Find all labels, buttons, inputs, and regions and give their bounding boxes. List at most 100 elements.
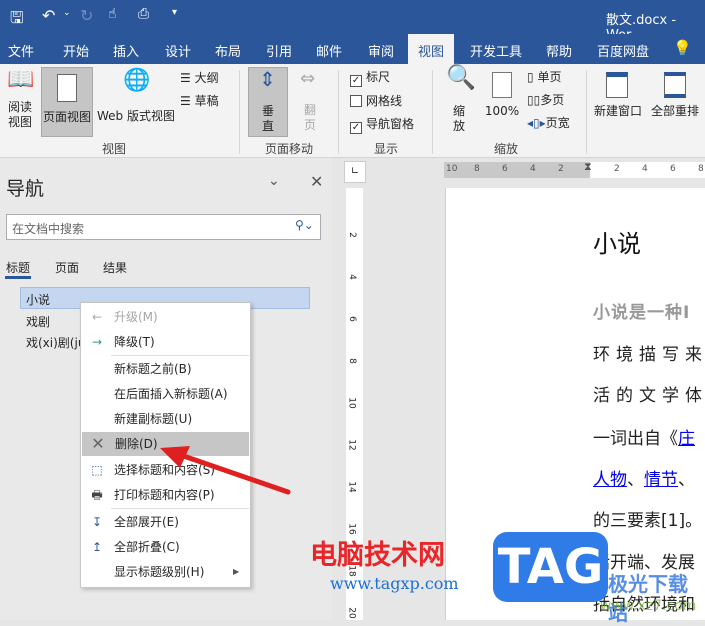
divider — [586, 70, 587, 154]
magnifier-icon: 🔍 — [446, 63, 476, 91]
side-scroll-icon: ⇔ — [300, 68, 316, 89]
watermark-url: www.tagxp.com — [330, 574, 459, 593]
ribbon-tabs: 文件 开始 插入 设计 布局 引用 邮件 审阅 视图 开发工具 帮助 百度网盘 … — [0, 34, 705, 64]
side-to-side-button: ⇔ 翻 页 — [300, 68, 316, 133]
tab-insert[interactable]: 插入 — [113, 41, 139, 60]
red-arrow-annotation — [160, 446, 291, 495]
tab-results[interactable]: 结果 — [103, 259, 127, 276]
one-page-button[interactable]: ▯ 单页 — [527, 70, 561, 85]
undo-dropdown-icon[interactable]: ⌄ — [63, 8, 71, 18]
link-plot[interactable]: 情节 — [644, 470, 678, 490]
ruler-margin — [444, 162, 590, 178]
ribbon: 📖 阅读 视图 页面视图 🌐 Web 版式视图 ☰ 大纲 ☰ 草稿 视图 ⇕ 垂 直 … — [0, 64, 705, 158]
menu-divider — [111, 508, 249, 509]
multiple-pages-button[interactable]: ▯▯多页 — [527, 93, 564, 108]
search-placeholder: 在文档中搜索 — [12, 222, 85, 236]
watermark-site2: 极光下载站 — [608, 572, 688, 625]
group-label-zoom: 缩放 — [494, 142, 519, 156]
group-label-view: 视图 — [102, 142, 127, 156]
active-tab-indicator — [5, 276, 31, 279]
new-window-icon — [606, 72, 628, 98]
watermark-site: 电脑技术网 — [310, 540, 445, 571]
globe-icon: 🌐 — [123, 68, 151, 93]
print-layout-button[interactable]: 页面视图 — [41, 67, 93, 137]
page-width-button[interactable]: ◂▯▸页宽 — [527, 116, 570, 131]
paragraph-line: 一词出自《庄 — [593, 429, 695, 449]
tab-layout[interactable]: 布局 — [215, 41, 241, 60]
indent-marker-icon[interactable]: ⧗ — [584, 160, 592, 174]
link-zhuang[interactable]: 庄 — [678, 429, 695, 449]
link-characters[interactable]: 人物 — [593, 470, 627, 490]
menu-item-demote[interactable]: → 降级(T) — [81, 330, 250, 354]
undo-icon[interactable]: ↶ — [42, 6, 55, 25]
menu-item-new-subheading[interactable]: 新建副标题(U) — [81, 407, 250, 431]
print-preview-icon[interactable]: ⎙ — [138, 6, 149, 22]
search-input[interactable]: 在文档中搜索 ⚲⌄ — [6, 214, 321, 240]
multiple-pages-icon: ▯▯ — [527, 93, 541, 107]
menu-item-new-heading-after[interactable]: 在后面插入新标题(A) — [81, 382, 250, 406]
menu-item-collapse-all[interactable]: ↥ 全部折叠(C) — [81, 535, 250, 559]
menu-item-new-heading-before[interactable]: 新标题之前(B) — [81, 357, 250, 381]
vertical-button[interactable]: ⇕ 垂 直 — [248, 67, 288, 137]
tab-review[interactable]: 审阅 — [368, 41, 394, 60]
page-width-icon: ◂▯▸ — [527, 116, 546, 130]
arrow-left-icon: ← — [91, 310, 103, 324]
tab-selector-icon[interactable]: ∟ — [344, 161, 366, 183]
title-bar: 🖫 ↶ ⌄ ↻ ☝ ⎙ ▾ 散文.docx - Wor — [0, 0, 705, 43]
tab-file[interactable]: 文件 — [8, 41, 34, 60]
menu-item-show-heading-levels[interactable]: 显示标题级别(H) ▶ — [81, 560, 250, 584]
watermark-logo: TAG — [493, 532, 608, 602]
book-icon: 📖 — [7, 67, 35, 92]
search-icon[interactable]: ⚲⌄ — [295, 218, 314, 232]
navigation-pane-checkbox[interactable]: ✓ 导航窗格 — [350, 117, 414, 134]
menu-item-expand-all[interactable]: ↧ 全部展开(E) — [81, 510, 250, 534]
nav-title: 导航 — [6, 178, 45, 200]
read-mode-button[interactable]: 📖 阅读 视图 — [3, 67, 37, 130]
tab-home[interactable]: 开始 — [63, 41, 89, 60]
ruler-checkbox[interactable]: ✓ 标尺 — [350, 70, 390, 87]
lightbulb-icon[interactable]: 💡 — [673, 39, 692, 57]
heading-item[interactable]: 戏(xi)剧(jù — [26, 334, 85, 351]
draft-button[interactable]: ☰ 草稿 — [180, 94, 219, 109]
tab-pages[interactable]: 页面 — [55, 259, 79, 276]
close-icon[interactable]: ✕ — [310, 172, 323, 191]
new-window-button[interactable]: 新建窗口 — [592, 70, 644, 119]
checkbox-checked-icon: ✓ — [350, 75, 362, 87]
paragraph-line: 环境描写来 — [593, 345, 705, 365]
tab-baidu[interactable]: 百度网盘 — [597, 41, 649, 60]
tab-mailings[interactable]: 邮件 — [316, 41, 342, 60]
heading-item[interactable]: 戏剧 — [26, 313, 50, 330]
zoom-100-button[interactable]: 100% — [484, 70, 520, 119]
tab-help[interactable]: 帮助 — [546, 41, 572, 60]
web-layout-button[interactable]: 🌐 Web 版式视图 — [95, 67, 177, 124]
tab-design[interactable]: 设计 — [165, 41, 191, 60]
document-heading: 小说 — [593, 230, 641, 258]
tab-view[interactable]: 视图 — [408, 34, 455, 64]
touch-mode-icon[interactable]: ☝ — [108, 6, 117, 22]
arrange-all-icon — [664, 72, 686, 98]
save-icon[interactable]: 🖫 — [10, 7, 24, 34]
divider — [432, 70, 433, 154]
collapse-icon: ↥ — [91, 540, 103, 554]
draft-icon: ☰ — [180, 94, 191, 108]
divider — [239, 70, 240, 154]
document-subtitle: 小说是一种I — [593, 303, 691, 323]
zoom-button[interactable]: 🔍 缩 放 — [444, 63, 476, 134]
customize-toolbar-icon[interactable]: ▾ — [172, 7, 177, 18]
redo-icon: ↻ — [80, 6, 94, 25]
chevron-down-icon[interactable]: ⌄ — [268, 173, 280, 189]
arrow-right-icon: → — [91, 335, 103, 349]
tab-headings[interactable]: 标题 — [6, 259, 30, 276]
arrange-all-button[interactable]: 全部重排 — [648, 70, 702, 119]
paragraph-line: 人物、情节、 — [593, 470, 695, 490]
vertical-scroll-icon: ⇕ — [259, 67, 276, 91]
group-label-page-movement: 页面移动 — [265, 142, 314, 156]
printer-icon: 🖶 — [91, 488, 103, 502]
tab-developer[interactable]: 开发工具 — [470, 41, 522, 60]
outline-button[interactable]: ☰ 大纲 — [180, 71, 219, 86]
tab-references[interactable]: 引用 — [266, 41, 292, 60]
select-icon: ⬚ — [91, 463, 103, 477]
expand-icon: ↧ — [91, 515, 103, 529]
menu-item-promote: ← 升级(M) — [81, 305, 250, 329]
gridlines-checkbox[interactable]: 网格线 — [350, 94, 402, 109]
